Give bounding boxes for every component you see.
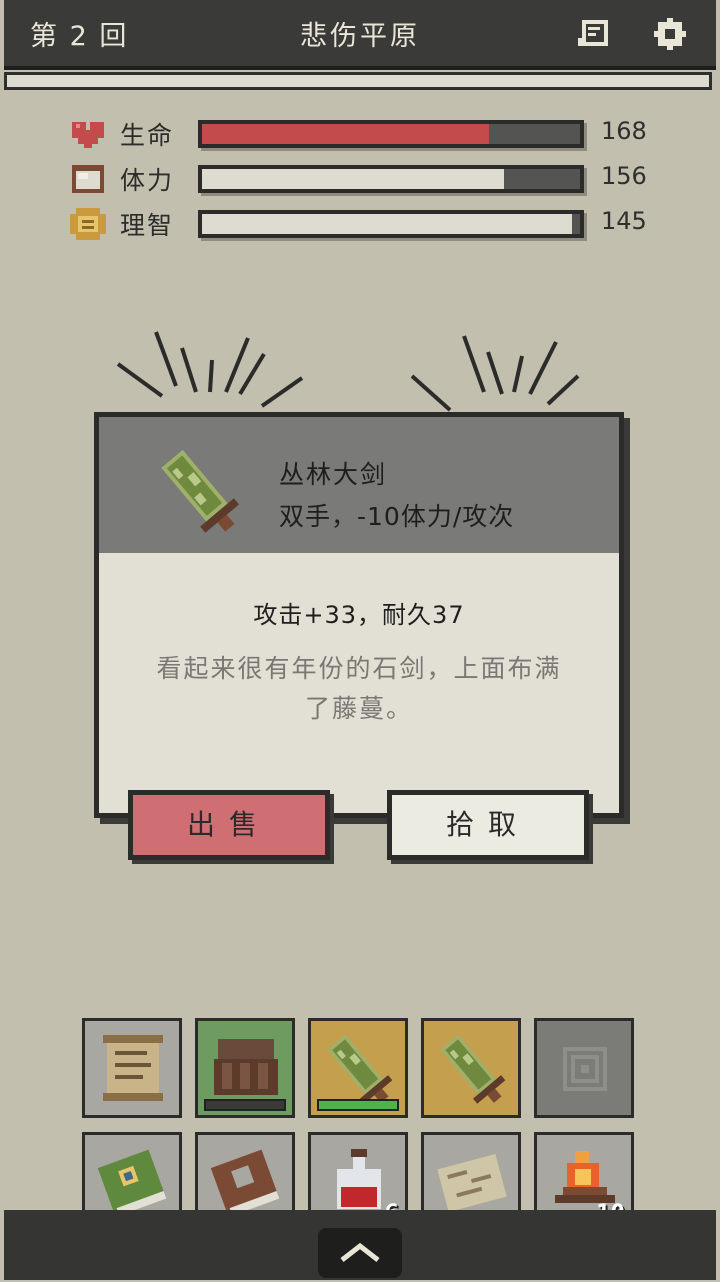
sell-button[interactable]: 出售 — [128, 790, 330, 860]
heart-icon — [70, 118, 106, 150]
stat-sanity: 理智 145 — [70, 206, 670, 242]
scroll-icon — [103, 1035, 163, 1101]
durability-bar — [204, 1099, 286, 1111]
item-dialog: 丛林大剑 双手，-10体力/攻次 攻击+33，耐久37 看起来很有年份的石剑，上… — [94, 412, 624, 818]
durability-bar — [317, 1099, 399, 1111]
item-description: 看起来很有年份的石剑，上面布满了藤蔓。 — [156, 654, 562, 723]
stat-bar — [198, 210, 584, 238]
item-name: 丛林大剑 — [279, 460, 388, 489]
inventory-slot[interactable] — [534, 1018, 634, 1118]
map-icon[interactable] — [578, 16, 614, 52]
top-bar: 第 2 回 悲伤平原 — [4, 0, 716, 70]
empty-slot-icon — [563, 1047, 607, 1091]
stat-label: 理智 — [120, 211, 175, 240]
stat-bar-fill — [202, 214, 573, 234]
inventory-slot[interactable] — [195, 1018, 295, 1118]
round-progress-fill — [7, 75, 709, 87]
stat-bar — [198, 165, 584, 193]
stat-value: 145 — [601, 207, 647, 235]
armor-icon — [214, 1039, 278, 1095]
item-stats: 攻击+33，耐久37 — [253, 601, 465, 629]
stat-bar-fill — [202, 169, 505, 189]
sparkle-rays-left — [116, 331, 304, 408]
durability-fill — [319, 1101, 397, 1109]
pick-up-button[interactable]: 拾取 — [387, 790, 589, 860]
sanity-icon — [70, 208, 106, 240]
inventory-slot[interactable] — [82, 1018, 182, 1118]
stat-stamina: 体力 156 — [70, 161, 670, 197]
stamina-icon — [70, 163, 106, 195]
stat-label: 生命 — [120, 121, 175, 150]
stat-label: 体力 — [120, 166, 175, 195]
item-dialog-header: 丛林大剑 双手，-10体力/攻次 — [99, 417, 619, 553]
inventory-slot[interactable] — [421, 1018, 521, 1118]
chevron-up-icon — [340, 1242, 380, 1262]
jungle-sword-icon — [440, 1034, 506, 1104]
gear-icon[interactable] — [652, 16, 688, 52]
jungle-sword-icon — [327, 1034, 393, 1104]
stat-bar-fill — [202, 124, 490, 144]
stat-health: 生命 168 — [70, 116, 670, 152]
item-tag: 双手，-10体力/攻次 — [279, 502, 515, 531]
stat-value: 168 — [601, 117, 647, 145]
inventory-slot[interactable] — [308, 1018, 408, 1118]
round-progress-bar — [4, 72, 712, 90]
stat-bar — [198, 120, 584, 148]
jungle-sword-icon — [151, 443, 247, 543]
sparkle-rays-right — [410, 335, 580, 412]
stat-value: 156 — [601, 162, 647, 190]
expand-inventory-button[interactable] — [318, 1228, 402, 1278]
